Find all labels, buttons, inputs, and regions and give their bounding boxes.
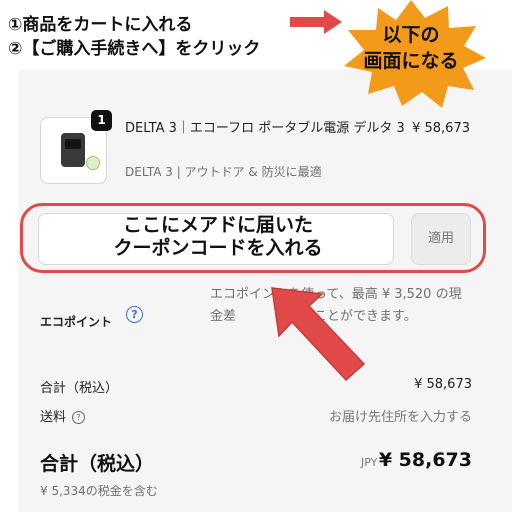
tax-note: ¥ 5,334の税金を含む (40, 484, 158, 498)
shipping-help-icon[interactable]: ? (72, 411, 86, 424)
eco-badge-icon (86, 156, 100, 170)
currency-code: JPY (361, 456, 378, 469)
total-value: ¥ 58,673 (378, 449, 472, 471)
starburst-text: 以下の 画面になる (336, 22, 486, 74)
pointer-arrow-icon (290, 10, 342, 34)
help-icon[interactable]: ? (126, 306, 143, 323)
instruction-step-2: ②【ご購入手続きへ】をクリック (8, 39, 261, 59)
product-subtitle: DELTA 3 | アウトドア & 防災に最適 (125, 165, 322, 179)
ecopoint-label: エコポイント (40, 315, 113, 329)
total-label: 合計（税込） (40, 453, 155, 475)
subtotal-value: ¥ 58,673 (414, 377, 472, 392)
starburst-line-2: 画面になる (363, 50, 459, 72)
shipping-value: お届け先住所を入力する (328, 410, 472, 425)
highlight-frame (20, 203, 486, 273)
product-price: ¥ 58,673 (412, 121, 470, 136)
pointer-arrow-large-icon (271, 287, 366, 382)
shipping-label: 送料 (40, 410, 67, 425)
shipping-row: 送料? (40, 406, 86, 425)
subtotal-label: 合計（税込） (40, 381, 119, 396)
instruction-step-1: ①商品をカートに入れる (8, 15, 193, 35)
product-title: DELTA 3｜エコーフロ ポータブル電源 デルタ 3 (125, 121, 405, 136)
portable-power-station-icon (61, 133, 85, 167)
quantity-badge: 1 (91, 110, 112, 131)
starburst-line-1: 以下の (382, 24, 440, 46)
